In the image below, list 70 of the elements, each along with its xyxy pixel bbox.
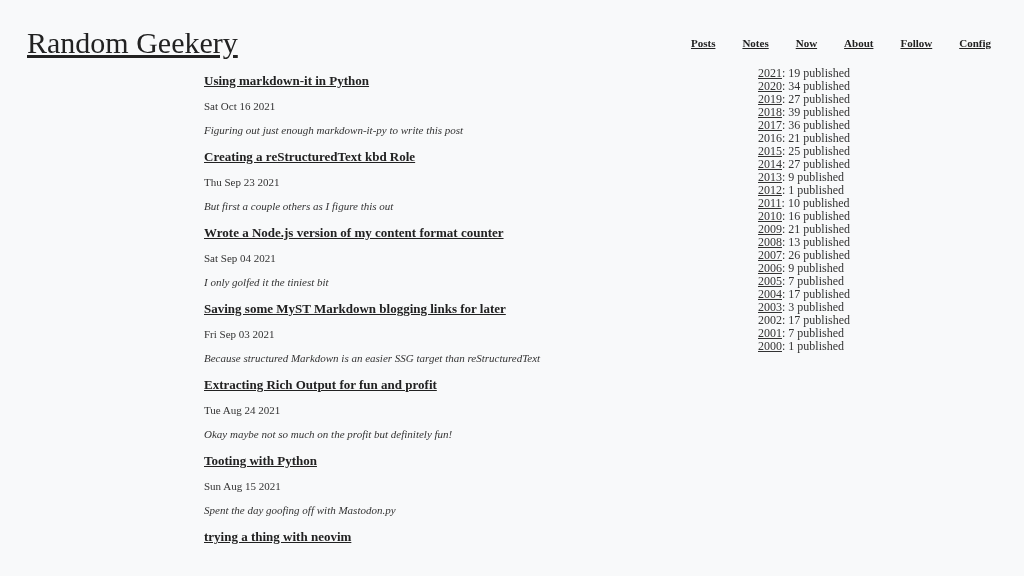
nav-link[interactable]: Posts [690,37,716,49]
year-link[interactable]: 2019 [758,92,782,106]
year-link[interactable]: 2021 [758,66,782,80]
published-count: : 16 published [782,209,850,223]
published-count: : 9 published [782,170,844,184]
published-count: : 17 published [782,313,850,327]
year-link[interactable]: 2014 [758,157,782,171]
published-count: : 7 published [782,326,844,340]
year-link[interactable]: 2004 [758,287,782,301]
published-count: : 9 published [782,261,844,275]
published-count: : 27 published [782,157,850,171]
year-link[interactable]: 2003 [758,300,782,314]
post-title-link[interactable]: Saving some MyST Markdown blogging links for later [204,301,506,317]
post-title-link[interactable]: Extracting Rich Output for fun and profit [204,377,437,393]
year-link[interactable]: 2007 [758,248,782,262]
published-count: : 34 published [782,79,850,93]
post-date: Sat Sep 04 2021 [204,252,276,265]
nav-link[interactable]: Notes [742,37,769,49]
published-count: : 21 published [782,222,850,236]
post-title-link[interactable]: Creating a reStructuredText kbd Role [204,149,416,165]
published-count: : 10 published [781,196,850,210]
year-link[interactable]: 2020 [758,79,782,93]
year-link[interactable]: 2002 [758,313,782,327]
year-link[interactable]: 2001 [758,326,782,340]
published-count: : 17 published [782,287,850,301]
post-title-link[interactable]: Using markdown-it in Python [204,73,370,89]
post-summary: Okay maybe not so much on the profit but definitely fun! [204,428,453,441]
post-title-link[interactable]: Wrote a Node.js version of my content format counter [204,225,504,241]
year-link[interactable]: 2008 [758,235,782,249]
published-count: : 21 published [782,131,850,145]
site-title-link[interactable]: Random Geekery [27,26,238,60]
year-link[interactable]: 2009 [758,222,782,236]
post-summary: But first a couple others as I figure this out [204,200,394,213]
year-link[interactable]: 2015 [758,144,782,158]
post-date: Fri Sep 03 2021 [204,328,275,341]
published-count: : 36 published [782,118,850,132]
post-date: Tue Aug 24 2021 [204,404,281,417]
year-link[interactable]: 2016 [758,131,782,145]
post-summary: I only golfed it the tiniest bit [204,276,329,289]
year-link[interactable]: 2018 [758,105,782,119]
post-title-link[interactable]: Tooting with Python [204,453,317,469]
nav-link[interactable]: About [844,37,874,49]
post-summary: Spent the day goofing off with Mastodon.py [204,504,396,517]
post-date: Sun Aug 15 2021 [204,480,281,493]
published-count: : 27 published [782,92,850,106]
post-date: Thu Sep 23 2021 [204,176,280,189]
nav-link[interactable]: Now [795,37,818,49]
post-date: Sat Oct 16 2021 [204,100,276,113]
year-link[interactable]: 2006 [758,261,782,275]
year-link[interactable]: 2012 [758,183,782,197]
post-summary: Because structured Markdown is an easier SSG target than reStructuredText [204,352,541,365]
year-link[interactable]: 2011 [758,196,782,210]
year-link[interactable]: 2000 [758,339,782,353]
published-count: : 1 published [782,183,844,197]
published-count: : 19 published [782,66,850,80]
year-link[interactable]: 2013 [758,170,782,184]
published-count: : 26 published [782,248,850,262]
post-title-link[interactable]: trying a thing with neovim [204,529,352,545]
year-link[interactable]: 2005 [758,274,782,288]
nav-link[interactable]: Follow [900,37,933,49]
year-link[interactable]: 2017 [758,118,782,132]
published-count: : 25 published [782,144,850,158]
post-summary: Figuring out just enough markdown-it-py to write this post [204,124,464,137]
published-count: : 1 published [782,339,844,353]
published-count: : 7 published [782,274,844,288]
published-count: : 39 published [782,105,850,119]
published-count: : 3 published [782,300,844,314]
year-link[interactable]: 2010 [758,209,782,223]
nav-link[interactable]: Config [959,37,991,49]
published-count: : 13 published [782,235,850,249]
